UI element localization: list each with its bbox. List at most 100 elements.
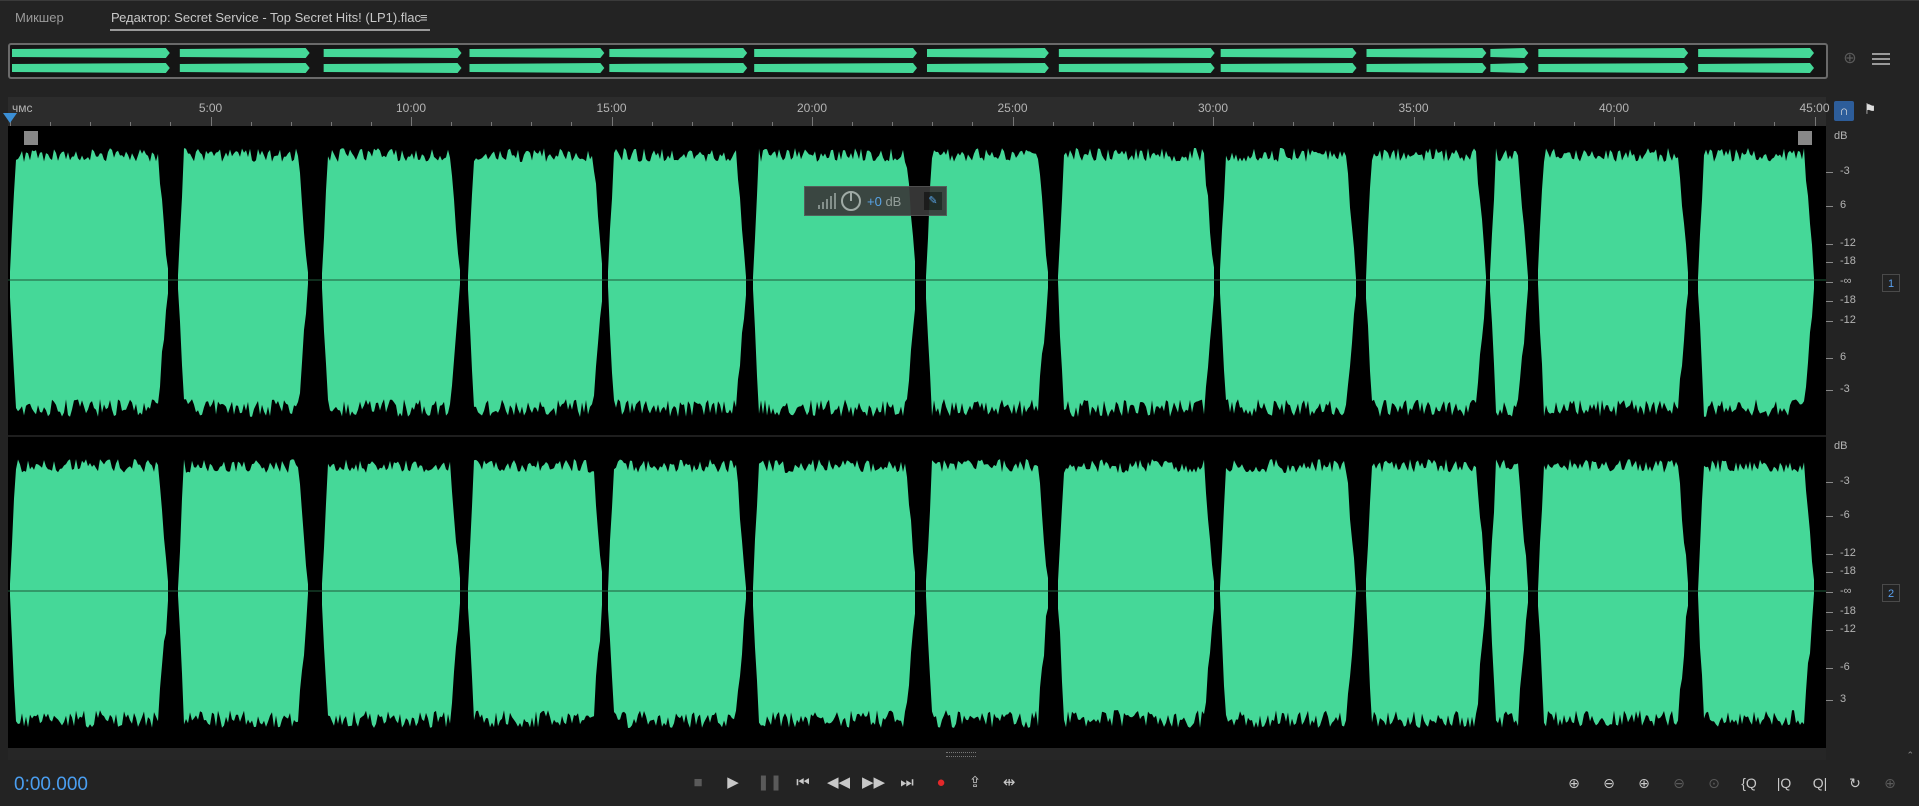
marker-flag-icon[interactable]: ⚑ [1862, 101, 1878, 121]
zoom-out-time-icon[interactable]: ⊖ [1667, 772, 1691, 794]
pause-icon[interactable]: ❚❚ [757, 772, 782, 794]
channel-2-clip [608, 459, 746, 728]
overview-clip [323, 48, 462, 58]
channel-1-db-tick [1826, 358, 1833, 359]
active-tab-indicator [110, 29, 430, 31]
amplitude-knob[interactable] [841, 191, 861, 211]
ruler-tick [1413, 117, 1415, 126]
overview-clip [1698, 48, 1815, 58]
list-view-icon[interactable] [1872, 50, 1890, 66]
db-header-2: dB [1834, 440, 1848, 452]
stop-icon[interactable]: ■ [687, 772, 709, 794]
channel-2-db-tick [1826, 572, 1833, 573]
overview-waveform[interactable] [8, 43, 1828, 79]
record-icon[interactable]: ● [930, 772, 952, 794]
overview-clip [754, 48, 918, 58]
zoom-extra-icon[interactable]: ⊕ [1878, 772, 1902, 794]
overview-clip [1058, 63, 1215, 73]
amplitude-value[interactable]: +0 dB [867, 194, 901, 209]
channel-1-db-tick [1826, 244, 1833, 245]
play-icon[interactable]: ▶ [722, 772, 744, 794]
channel-1-db-tick [1826, 262, 1833, 263]
time-ruler[interactable]: чмс 5:00 10:00 15:00 20:00 25:00 30:00 35:00 40… [8, 97, 1830, 126]
channel-1-db-tick [1826, 206, 1833, 207]
ruler-tick [1012, 117, 1014, 126]
channel-separator [8, 435, 1826, 437]
overview-clip [1490, 48, 1529, 58]
scroll-up-icon[interactable]: ⌃ [1906, 750, 1914, 761]
fade-in-handle-icon[interactable] [24, 131, 38, 145]
ruler-time-label: 45:00 [1799, 101, 1830, 115]
zoom-out-amplitude-icon[interactable]: ⊖ [1597, 772, 1621, 794]
ruler-time-label: 25:00 [997, 101, 1028, 115]
channel-1-clip [178, 148, 308, 417]
channel-2-clip [1698, 459, 1814, 727]
channel-2-toggle[interactable]: 2 [1882, 584, 1900, 602]
overview-clip [1490, 63, 1529, 73]
panel-tab-bar: Микшер Редактор: Secret Service - Top Se… [0, 0, 1919, 37]
zoom-out-full-icon[interactable]: ⊙ [1702, 772, 1726, 794]
playhead-marker[interactable] [3, 113, 17, 123]
zoom-reset-icon[interactable]: ↻ [1843, 772, 1867, 794]
zoom-in-time-icon[interactable]: ⊕ [1632, 772, 1656, 794]
ruler-time-label: 35:00 [1398, 101, 1429, 115]
panel-menu-icon[interactable]: ≡ [420, 10, 428, 25]
rewind-icon[interactable]: ◀◀ [827, 772, 850, 794]
skip-to-start-icon[interactable]: ⏮ [792, 772, 814, 794]
channel-1-db-label: -∞ [1840, 275, 1852, 287]
zoom-selection-left-icon[interactable]: |Q [1772, 772, 1796, 794]
ruler-tick [1814, 117, 1816, 126]
channel-2-db-tick [1826, 630, 1833, 631]
ruler-time-label: 20:00 [796, 101, 828, 115]
horizontal-scrollbar[interactable] [8, 748, 1826, 760]
amplitude-unit: dB [885, 194, 902, 209]
amplitude-hud[interactable]: +0 dB ✎ [804, 186, 947, 216]
zoom-selection-right-icon[interactable]: Q| [1808, 772, 1832, 794]
overview-clip [179, 63, 310, 73]
zoom-to-selection-icon[interactable]: {Q [1737, 772, 1761, 794]
timecode-display[interactable]: 0:00.000 [14, 774, 88, 796]
waveform-display[interactable] [8, 126, 1826, 748]
channel-2-clip [926, 459, 1048, 728]
channel-2-db-label: -∞ [1840, 585, 1852, 597]
channel-2-clip [1490, 459, 1528, 728]
channel-2-clip [468, 459, 602, 728]
ruler-tick [812, 117, 813, 126]
channel-2-db-tick [1826, 592, 1833, 593]
fade-out-handle-icon[interactable] [1798, 131, 1812, 145]
tab-editor[interactable]: Редактор: Secret Service - Top Secret Hi… [111, 10, 421, 25]
zoom-selection-icon[interactable]: ⊕ [1838, 48, 1862, 72]
ruler-tick [1614, 117, 1615, 126]
overview-clip [1538, 63, 1689, 73]
channel-2-db-label: 3 [1840, 693, 1847, 705]
zoom-in-amplitude-icon[interactable]: ⊕ [1562, 772, 1586, 794]
snap-magnet-icon[interactable]: ∩ [1834, 101, 1854, 121]
channel-1-db-tick [1826, 301, 1833, 302]
overview-clip [1538, 48, 1689, 58]
overview-clip [1698, 63, 1815, 73]
skip-to-end-icon[interactable]: ⏭ [896, 772, 918, 794]
overview-clip [11, 63, 170, 73]
overview-clip [1366, 63, 1487, 73]
scrollbar-grip[interactable] [946, 752, 976, 757]
tab-mixer[interactable]: Микшер [15, 10, 64, 25]
channel-2-clip [753, 459, 915, 728]
channel-1-db-label: 6 [1840, 351, 1847, 363]
overview-clip [754, 63, 918, 73]
ruler-time-label: 15:00 [596, 101, 627, 115]
overview-clip [1058, 48, 1215, 58]
overview-clip [179, 48, 310, 58]
channel-2-db-tick [1826, 516, 1833, 517]
channel-1-toggle[interactable]: 1 [1882, 274, 1900, 292]
loop-playback-icon[interactable]: ⇪ [964, 772, 986, 794]
channel-1-db-label: -18 [1840, 255, 1856, 267]
fast-forward-icon[interactable]: ▶▶ [862, 772, 885, 794]
amplitude-number: +0 [867, 194, 882, 209]
overview-clip [1220, 48, 1357, 58]
channel-1-clip [10, 148, 168, 417]
skip-selection-icon[interactable]: ⇹ [998, 772, 1020, 794]
vertical-scrollbar[interactable]: ⌃ [1902, 126, 1914, 760]
channel-2-db-tick [1826, 612, 1833, 613]
channel-2-db-tick [1826, 482, 1833, 483]
pin-icon[interactable]: ✎ [924, 192, 942, 210]
